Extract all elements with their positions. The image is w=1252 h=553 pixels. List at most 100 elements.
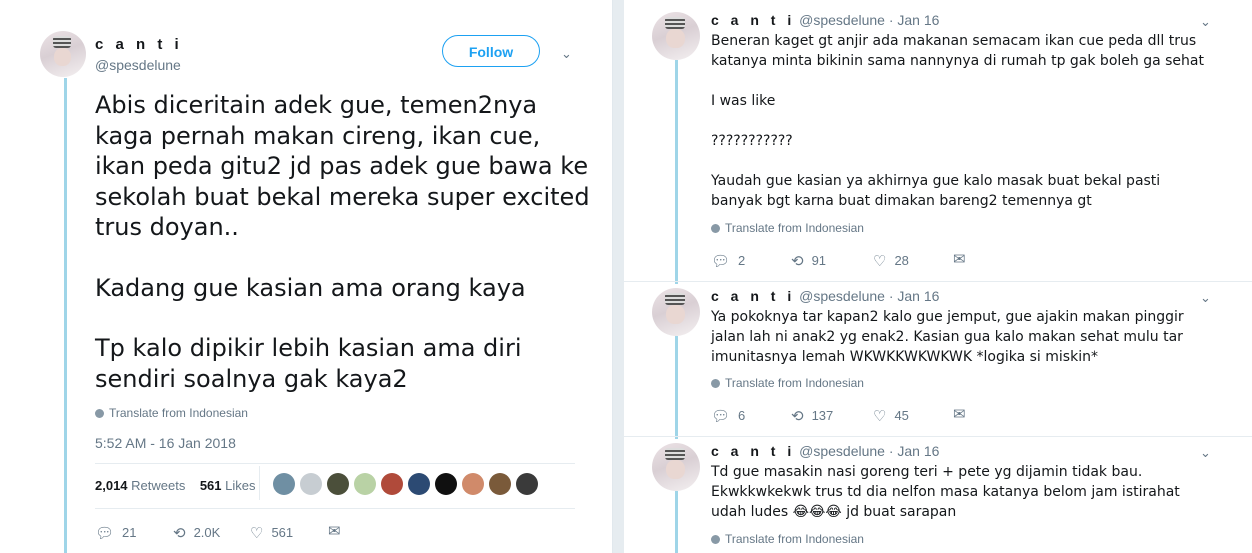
likes-stat[interactable]: 561 Likes [200, 478, 256, 493]
envelope-icon: ✉ [953, 406, 966, 423]
reply-action[interactable]: 💬︎ 6 [711, 407, 745, 425]
tweet-timestamp[interactable]: 5:52 AM - 16 Jan 2018 [95, 435, 236, 451]
thread-line [675, 491, 678, 553]
divider [95, 463, 575, 464]
globe-icon [711, 535, 720, 544]
translate-link[interactable]: Translate from Indonesian [711, 532, 864, 546]
liker-avatar[interactable] [435, 473, 457, 495]
translate-link[interactable]: Translate from Indonesian [711, 376, 864, 390]
translate-label: Translate from Indonesian [109, 406, 248, 420]
liker-avatar[interactable] [354, 473, 376, 495]
liker-avatar[interactable] [327, 473, 349, 495]
reply-paragraph: Ya pokoknya tar kapan2 kalo gue jemput, … [711, 309, 1184, 365]
avatar[interactable] [652, 443, 700, 491]
translate-label: Translate from Indonesian [725, 532, 864, 546]
globe-icon [711, 224, 720, 233]
dm-action[interactable]: ✉ [953, 405, 974, 423]
like-action[interactable]: ♡ 28 [873, 252, 909, 270]
likes-count: 561 [199, 478, 222, 493]
reply-date[interactable]: · Jan 16 [889, 288, 940, 304]
reply-date[interactable]: · Jan 16 [889, 443, 940, 459]
username[interactable]: @spesdelune [799, 288, 885, 304]
liker-avatar[interactable] [273, 473, 295, 495]
retweet-icon: ⟲ [173, 525, 186, 542]
retweet-icon: ⟲ [791, 408, 804, 425]
avatar[interactable] [40, 31, 86, 77]
thread-line [675, 60, 678, 284]
retweet-action[interactable]: ⟲ 2.0K [173, 524, 220, 542]
username[interactable]: @spesdelune [799, 443, 885, 459]
envelope-icon: ✉ [328, 523, 341, 540]
chevron-down-icon[interactable]: ⌄ [1200, 445, 1211, 461]
like-count: 45 [894, 408, 909, 423]
dm-action[interactable]: ✉ [328, 522, 349, 540]
retweets-stat[interactable]: 2,014 Retweets [95, 478, 185, 493]
liker-avatar[interactable] [408, 473, 430, 495]
reply-header: c a n t i @spesdelune · Jan 16 [711, 288, 939, 304]
tweet-paragraph: Abis diceritain adek gue, temen2nya kaga… [95, 91, 590, 241]
liker-avatar[interactable] [516, 473, 538, 495]
liker-avatar[interactable] [489, 473, 511, 495]
heart-icon: ♡ [873, 408, 887, 425]
dm-action[interactable]: ✉ [953, 250, 974, 268]
reply-count: 2 [738, 253, 746, 268]
heart-icon: ♡ [873, 253, 887, 270]
reply-paragraph: Yaudah gue kasian ya akhirnya gue kalo m… [711, 173, 1161, 209]
reply-icon: 💬︎ [711, 408, 731, 425]
reply-paragraph: ??????????? [711, 133, 793, 149]
username[interactable]: @spesdelune [95, 57, 181, 73]
liker-avatar[interactable] [381, 473, 403, 495]
retweets-label: Retweets [131, 478, 186, 493]
chevron-down-icon[interactable]: ⌄ [1200, 14, 1211, 30]
retweets-count: 2,014 [95, 478, 128, 493]
display-name[interactable]: c a n t i [711, 288, 795, 304]
reply-icon: 💬︎ [711, 253, 731, 270]
translate-link[interactable]: Translate from Indonesian [711, 221, 864, 235]
reply-paragraph: Td gue masakin nasi goreng teri + pete y… [711, 464, 1180, 520]
reply-paragraph: Beneran kaget gt anjir ada makanan semac… [711, 33, 1204, 69]
retweet-count: 91 [811, 253, 827, 268]
follow-button[interactable]: Follow [442, 35, 540, 67]
display-name[interactable]: c a n t i [95, 36, 183, 53]
globe-icon [711, 379, 720, 388]
main-tweet-panel: c a n t i @spesdelune Follow ⌄ Abis dice… [0, 0, 613, 553]
globe-icon [95, 409, 104, 418]
reply-action[interactable]: 💬︎ 2 [711, 252, 745, 270]
retweet-action[interactable]: ⟲ 137 [791, 407, 833, 425]
retweet-action[interactable]: ⟲ 91 [791, 252, 826, 270]
translate-link[interactable]: Translate from Indonesian [95, 406, 248, 420]
reply-paragraph: I was like [711, 93, 776, 109]
reply-header: c a n t i @spesdelune · Jan 16 [711, 12, 939, 28]
tweet-paragraph: Kadang gue kasian ama orang kaya [95, 273, 526, 302]
liker-avatar[interactable] [462, 473, 484, 495]
reply-text: Beneran kaget gt anjir ada makanan semac… [711, 31, 1211, 211]
reply-header: c a n t i @spesdelune · Jan 16 [711, 443, 939, 459]
avatar[interactable] [652, 288, 700, 336]
display-name[interactable]: c a n t i [711, 443, 795, 459]
like-action[interactable]: ♡ 561 [250, 524, 293, 542]
liker-avatar[interactable] [300, 473, 322, 495]
tweet-paragraph: Tp kalo dipikir lebih kasian ama diri se… [95, 334, 522, 393]
display-name[interactable]: c a n t i [711, 12, 795, 28]
retweet-icon: ⟲ [791, 253, 804, 270]
thread-line [675, 336, 678, 439]
tweet-stats: 2,014 Retweets 561 Likes [95, 478, 256, 493]
chevron-down-icon[interactable]: ⌄ [561, 46, 572, 62]
reply-count: 6 [738, 408, 746, 423]
reply-date[interactable]: · Jan 16 [889, 12, 940, 28]
tweet-text: Abis diceritain adek gue, temen2nya kaga… [95, 90, 595, 394]
chevron-down-icon[interactable]: ⌄ [1200, 290, 1211, 306]
like-count: 28 [894, 253, 909, 268]
translate-label: Translate from Indonesian [725, 221, 864, 235]
reply-text: Ya pokoknya tar kapan2 kalo gue jemput, … [711, 307, 1211, 367]
like-action[interactable]: ♡ 45 [873, 407, 909, 425]
reply-text: Td gue masakin nasi goreng teri + pete y… [711, 462, 1211, 522]
envelope-icon: ✉ [953, 251, 966, 268]
username[interactable]: @spesdelune [799, 12, 885, 28]
avatar[interactable] [652, 12, 700, 60]
translate-label: Translate from Indonesian [725, 376, 864, 390]
reply-count: 21 [122, 525, 137, 540]
reply-action[interactable]: 💬︎ 21 [95, 524, 137, 542]
heart-icon: ♡ [250, 525, 264, 542]
divider [95, 508, 575, 509]
